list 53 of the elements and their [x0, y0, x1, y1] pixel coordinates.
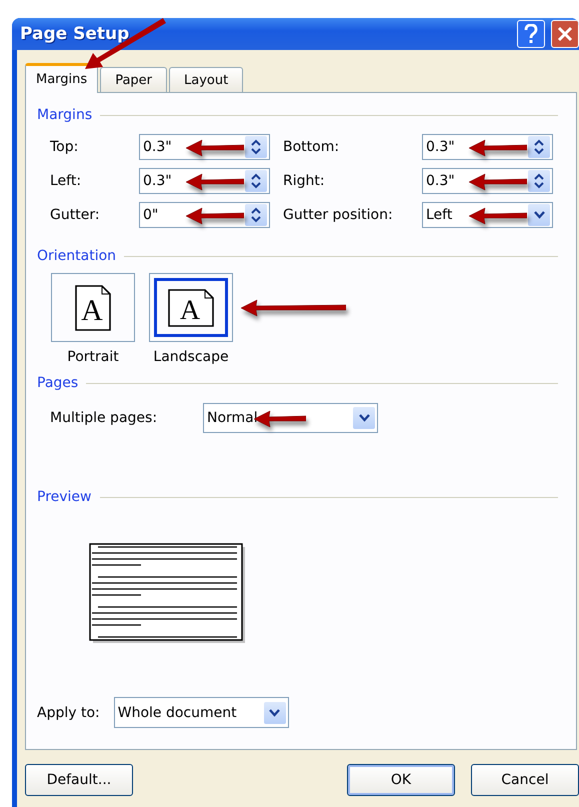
field-label: Apply to: [37, 704, 100, 720]
section-heading: Margins [37, 107, 92, 123]
dropdown-field[interactable]: Normal [203, 403, 378, 433]
chevron-down-icon [269, 708, 280, 716]
close-button[interactable] [551, 20, 579, 48]
up-down-arrows-icon [251, 139, 261, 155]
landscape-page-icon: A [166, 286, 216, 328]
orientation-label: Landscape [153, 349, 229, 365]
up-down-arrows-icon [251, 173, 261, 189]
section-heading: Preview [37, 489, 92, 505]
spin-button[interactable] [245, 136, 267, 158]
dialog-button[interactable]: Cancel [471, 764, 579, 796]
spin-button[interactable] [528, 136, 550, 158]
field-label: Top: [50, 139, 80, 155]
tab[interactable]: Margins [25, 63, 98, 93]
up-down-arrows-icon [251, 207, 261, 223]
dropdown-field[interactable]: Whole document [114, 697, 289, 728]
window-title: Page Setup [20, 24, 130, 44]
spin-field[interactable]: 0" [139, 202, 270, 228]
chevron-down-icon [534, 211, 544, 219]
up-down-arrows-icon [534, 173, 544, 189]
spin-button[interactable] [245, 204, 267, 226]
help-button[interactable] [517, 20, 545, 48]
field-label: Right: [283, 173, 326, 189]
help-icon [524, 24, 538, 44]
section-heading: Pages [37, 375, 78, 391]
spin-field[interactable]: 0.3" [139, 168, 270, 194]
field-label: Bottom: [283, 139, 340, 155]
dropdown-button[interactable] [528, 204, 550, 226]
dropdown-button[interactable] [353, 407, 375, 429]
dropdown-button[interactable] [264, 702, 286, 724]
orientation-button[interactable]: A [51, 273, 135, 342]
field-label: Gutter: [50, 207, 101, 223]
orientation-label: Portrait [67, 349, 119, 365]
spin-button[interactable] [528, 170, 550, 192]
spin-field[interactable]: 0.3" [139, 134, 270, 160]
dropdown-field[interactable]: Left [422, 202, 553, 228]
spin-field[interactable]: 0.3" [422, 134, 553, 160]
field-label: Gutter position: [283, 207, 394, 223]
chevron-down-icon [358, 414, 370, 422]
close-icon [557, 26, 573, 42]
up-down-arrows-icon [534, 139, 544, 155]
orientation-button[interactable]: A [149, 273, 233, 342]
portrait-page-icon: A [73, 282, 113, 332]
dialog-button[interactable]: OK [347, 764, 455, 796]
field-label: Left: [50, 173, 82, 189]
field-label: Multiple pages: [50, 410, 158, 426]
spin-button[interactable] [245, 170, 267, 192]
tab[interactable]: Layout [169, 67, 244, 92]
dialog-button[interactable]: Default... [25, 764, 133, 796]
spin-field[interactable]: 0.3" [422, 168, 553, 194]
section-heading: Orientation [37, 248, 116, 264]
tab[interactable]: Paper [100, 67, 168, 92]
